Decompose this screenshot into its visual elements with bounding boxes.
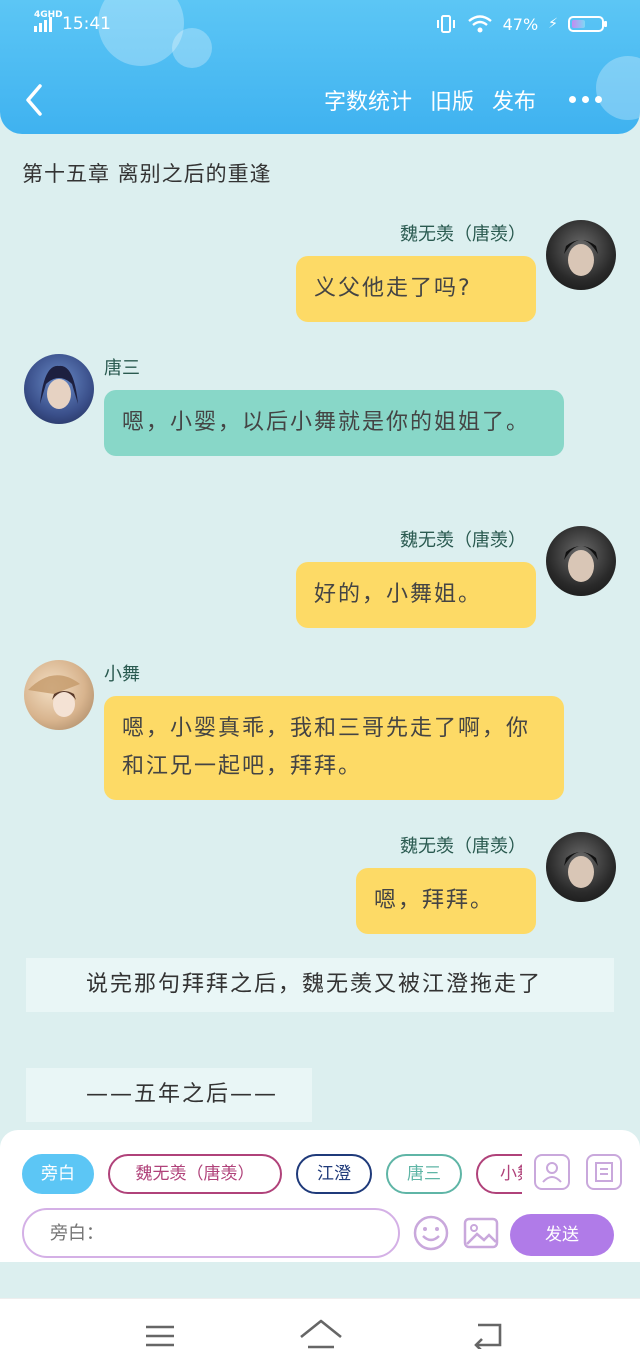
send-button[interactable]: 发送 <box>510 1214 614 1256</box>
status-bar: 4GHD 15:41 47% ⚡ <box>0 8 640 44</box>
chapter-title: 第十五章 离别之后的重逢 <box>22 162 272 186</box>
role-chip-narrator[interactable]: 旁白 <box>22 1154 94 1194</box>
emoji-icon[interactable] <box>412 1214 450 1252</box>
image-icon[interactable] <box>462 1214 500 1252</box>
back-button[interactable] <box>20 80 50 120</box>
chat-area: 第十五章 离别之后的重逢 魏无羡（唐羡） 义父他走了吗? 唐三 嗯，小婴，以后小… <box>0 134 640 1130</box>
add-role-button[interactable] <box>534 1154 570 1190</box>
network-type: 4GHD <box>34 10 63 20</box>
message-bubble[interactable]: 嗯，小婴，以后小舞就是你的姐姐了。 <box>104 390 564 456</box>
old-version-button[interactable]: 旧版 <box>430 84 474 116</box>
more-button[interactable] <box>569 96 602 103</box>
person-icon <box>542 1162 562 1183</box>
sender-name: 唐三 <box>104 358 140 379</box>
role-chip-xiaowu[interactable]: 小舞 <box>476 1154 522 1194</box>
status-right: 47% ⚡ <box>435 14 607 34</box>
message-bubble[interactable]: 好的，小舞姐。 <box>296 562 536 628</box>
tag-icon <box>595 1162 613 1182</box>
sender-name: 魏无羡（唐羡） <box>400 530 526 551</box>
battery-icon <box>568 16 607 32</box>
sender-name: 魏无羡（唐羡） <box>400 224 526 245</box>
narration-block[interactable]: ——五年之后—— <box>26 1068 312 1122</box>
role-chip-tangsan[interactable]: 唐三 <box>386 1154 462 1194</box>
charging-icon: ⚡ <box>548 16 558 32</box>
back-arrow-icon <box>26 84 42 116</box>
message-bubble[interactable]: 嗯，小婴真乖，我和三哥先走了啊，你和江兄一起吧，拜拜。 <box>104 696 564 800</box>
publish-button[interactable]: 发布 <box>492 84 536 116</box>
menu-icon[interactable] <box>144 1323 176 1349</box>
word-count-button[interactable]: 字数统计 <box>324 84 412 116</box>
avatar-tangsan[interactable] <box>24 354 94 424</box>
narration-block[interactable]: 说完那句拜拜之后，魏无羡又被江澄拖走了 <box>26 958 614 1012</box>
role-selector: 旁白 魏无羡（唐羡） 江澄 唐三 小舞 <box>22 1154 522 1198</box>
signal-icon: 4GHD <box>34 10 63 32</box>
vibrate-icon <box>436 15 455 33</box>
role-chip-wei[interactable]: 魏无羡（唐羡） <box>108 1154 282 1194</box>
back-nav-icon[interactable] <box>470 1321 506 1349</box>
app-header: 4GHD 15:41 47% ⚡ 字数统计 旧版 发布 <box>0 0 640 134</box>
avatar-wei[interactable] <box>546 526 616 596</box>
status-left: 4GHD 15:41 <box>34 10 111 34</box>
sender-name: 小舞 <box>104 664 140 685</box>
system-nav-bar <box>0 1298 640 1372</box>
battery-percent: 47% <box>502 14 539 34</box>
input-panel: 旁白 魏无羡（唐羡） 江澄 唐三 小舞 发送 <box>0 1130 640 1262</box>
avatar-wei[interactable] <box>546 220 616 290</box>
wifi-icon <box>467 15 492 33</box>
sender-name: 魏无羡（唐羡） <box>400 836 526 857</box>
role-chip-jiangcheng[interactable]: 江澄 <box>296 1154 372 1194</box>
message-input[interactable] <box>22 1208 400 1258</box>
nav-actions: 字数统计 旧版 发布 <box>324 84 536 116</box>
nav-row: 字数统计 旧版 发布 <box>0 72 640 128</box>
avatar-wei[interactable] <box>546 832 616 902</box>
tag-button[interactable] <box>586 1154 622 1190</box>
message-bubble[interactable]: 嗯，拜拜。 <box>356 868 536 934</box>
avatar-xiaowu[interactable] <box>24 660 94 730</box>
status-time: 15:41 <box>62 14 111 34</box>
battery-fill <box>572 20 586 28</box>
home-icon[interactable] <box>298 1317 344 1351</box>
message-bubble[interactable]: 义父他走了吗? <box>296 256 536 322</box>
